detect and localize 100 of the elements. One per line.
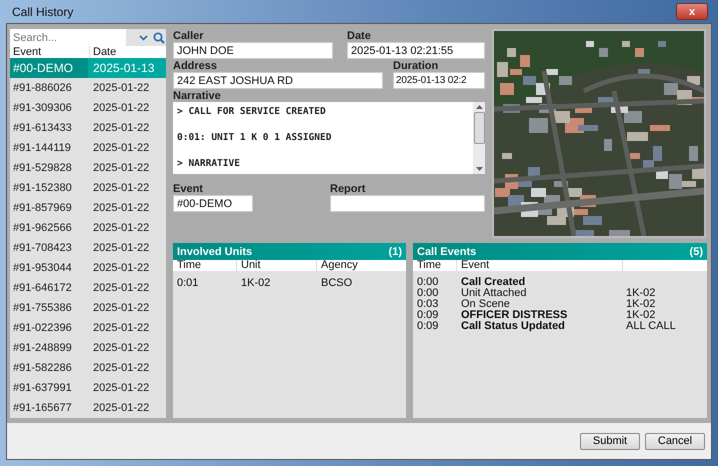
event-cell-text: #91-646172: [12, 282, 73, 294]
table-cell-text: 1K-02: [625, 310, 656, 321]
table-cell-text: 1K-02: [625, 288, 656, 299]
column-header: Date: [92, 46, 116, 58]
event-cell-text: #91-022396: [12, 322, 73, 334]
scroll-up-icon[interactable]: [476, 105, 482, 109]
event-cell-text: #91-755386: [12, 302, 73, 314]
table-cell-text: 0:00: [416, 288, 440, 299]
date-cell-text: 2025-01-22: [92, 262, 150, 274]
search-field[interactable]: Search...: [10, 29, 126, 46]
panel-title: Involved Units: [177, 246, 252, 258]
call-row[interactable]: #91-708423 2025-01-22: [10, 238, 166, 258]
call-row[interactable]: #91-886026 2025-01-22: [10, 78, 166, 98]
event-cell-text: #91-529828: [12, 162, 73, 174]
call-row[interactable]: #91-248899 2025-01-22: [10, 338, 166, 358]
table-cell-text: Call Status Updated: [460, 321, 566, 332]
table-cell-text: 0:01: [176, 277, 200, 289]
caller-field[interactable]: JOHN DOE: [173, 42, 333, 59]
panel-title: Call Events: [417, 246, 476, 258]
date-cell-text: 2025-01-22: [92, 122, 150, 134]
close-button[interactable]: x: [676, 3, 708, 20]
event-cell-text: #91-613433: [12, 122, 73, 134]
scroll-down-icon[interactable]: [476, 167, 482, 171]
event-cell-text: #91-708423: [12, 242, 73, 254]
date-cell-text: 2025-01-22: [92, 282, 150, 294]
window-title: Call History: [12, 4, 74, 18]
event-cell-text: #00-DEMO: [12, 61, 74, 75]
count-label: (1): [388, 246, 402, 258]
column-header: Event: [457, 260, 623, 271]
field-label: Date: [347, 30, 372, 42]
call-row[interactable]: #91-646172 2025-01-22: [10, 278, 166, 298]
date-cell-text: 2025-01-22: [92, 322, 150, 334]
table-cell-text: On Scene: [460, 299, 511, 310]
event-cell-text: #91-953044: [12, 262, 73, 274]
date-cell-text: 2025-01-22: [92, 402, 150, 414]
event-cell-text: #91-637991: [12, 382, 73, 394]
field-label: Report: [330, 183, 366, 195]
search-icon[interactable]: [153, 32, 165, 44]
event-cell-text: #91-144119: [12, 142, 72, 154]
date-cell-text: 2025-01-22: [92, 162, 150, 174]
date-cell-text: 2025-01-22: [92, 142, 150, 154]
call-row[interactable]: #91-309306 2025-01-22: [10, 98, 166, 118]
table-cell-text: OFFICER DISTRESS: [460, 310, 568, 321]
call-row[interactable]: #91-022396 2025-01-22: [10, 318, 166, 338]
date-cell-text: 2025-01-13: [92, 61, 154, 75]
scrollbar[interactable]: [473, 102, 485, 174]
call-row[interactable]: #91-529828 2025-01-22: [10, 158, 166, 178]
narrative-field[interactable]: > CALL FOR SERVICE CREATED 0:01: UNIT 1 K 0 1 ASSIGNED > NARRATIVE: [173, 102, 485, 174]
report-field[interactable]: [330, 195, 485, 212]
call-row[interactable]: #91-755386 2025-01-22: [10, 298, 166, 318]
date-cell-text: 2025-01-22: [92, 302, 150, 314]
table-cell-text: BCSO: [320, 277, 352, 289]
field-label: Narrative: [173, 90, 222, 102]
column-header: Agency: [320, 260, 358, 271]
column-header: Unit: [237, 260, 317, 271]
date-cell-text: 2025-01-22: [92, 82, 150, 94]
date-cell-text: 2025-01-22: [92, 382, 150, 394]
duration-field[interactable]: 2025-01-13 02:2: [393, 72, 485, 89]
call-row[interactable]: #91-152380 2025-01-22: [10, 178, 166, 198]
event-cell-text: #91-857969: [12, 202, 73, 214]
event-cell-text: #91-962566: [12, 222, 73, 234]
address-field[interactable]: 242 EAST JOSHUA RD: [173, 72, 383, 89]
call-row[interactable]: #91-165677 2025-01-22: [10, 398, 166, 418]
field-label: Address: [173, 60, 218, 72]
call-row[interactable]: #91-613433 2025-01-22: [10, 118, 166, 138]
call-row[interactable]: #91-637991 2025-01-22: [10, 378, 166, 398]
table-cell-text: 1K-02: [240, 277, 272, 289]
table-cell-text: ALL CALL: [625, 321, 676, 332]
date-cell-text: 2025-01-22: [92, 202, 150, 214]
field-label: Duration: [393, 60, 440, 72]
table-cell-text: 0:09: [416, 321, 440, 332]
column-header: Time: [173, 260, 237, 271]
event-field[interactable]: #00-DEMO: [173, 195, 253, 212]
call-row[interactable]: #91-857969 2025-01-22: [10, 198, 166, 218]
narrative-line: 0:01: UNIT 1 K 0 1 ASSIGNED: [177, 132, 332, 145]
date-cell-text: 2025-01-22: [92, 102, 150, 114]
event-cell-text: #91-886026: [12, 82, 73, 94]
call-row[interactable]: #91-962566 2025-01-22: [10, 218, 166, 238]
date-cell-text: 2025-01-22: [92, 342, 150, 354]
cancel-button[interactable]: Cancel: [645, 432, 705, 450]
submit-button[interactable]: Submit: [580, 432, 640, 450]
event-cell-text: #91-248899: [12, 342, 73, 354]
table-cell-text: 0:09: [416, 310, 440, 321]
date-cell-text: 2025-01-22: [92, 222, 150, 234]
event-cell-text: #91-582286: [12, 362, 73, 374]
narrative-line: > CALL FOR SERVICE CREATED: [177, 106, 327, 119]
field-label: Event: [173, 183, 204, 195]
column-header: Time: [413, 260, 457, 271]
narrative-line: > NARRATIVE: [177, 158, 241, 171]
date-field[interactable]: 2025-01-13 02:21:55: [347, 42, 485, 59]
call-row[interactable]: #91-953044 2025-01-22: [10, 258, 166, 278]
call-row[interactable]: #91-144119 2025-01-22: [10, 138, 166, 158]
call-row[interactable]: #91-582286 2025-01-22: [10, 358, 166, 378]
count-label: (5): [690, 246, 703, 258]
call-row[interactable]: #00-DEMO 2025-01-13: [10, 58, 166, 78]
event-cell-text: #91-152380: [12, 182, 73, 194]
event-cell-text: #91-165677: [12, 402, 73, 414]
table-cell-text: 1K-02: [625, 299, 656, 310]
date-cell-text: 2025-01-22: [92, 362, 150, 374]
chevron-down-icon[interactable]: [139, 34, 148, 40]
